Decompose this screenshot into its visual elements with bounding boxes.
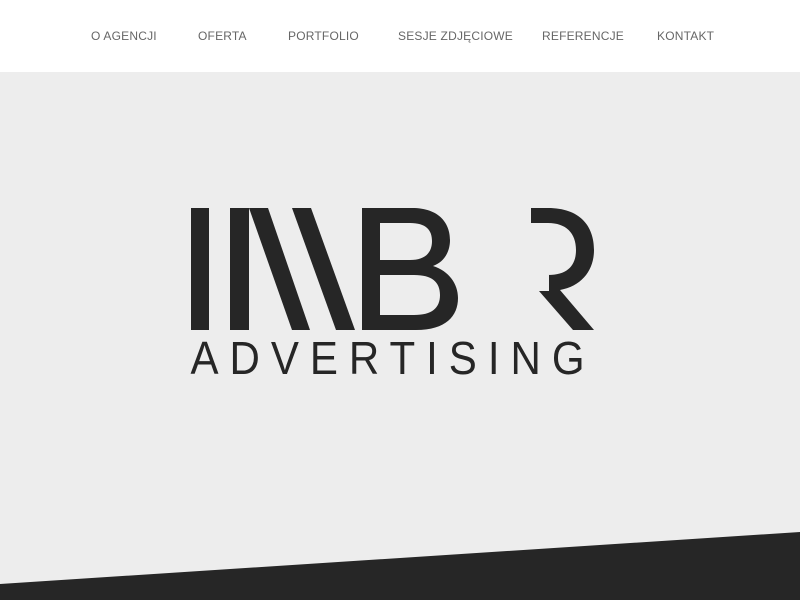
- nav-link-oferta[interactable]: OFERTA: [198, 29, 247, 43]
- nav-link-kontakt[interactable]: KONTAKT: [657, 29, 714, 43]
- page: O AGENCJI OFERTA PORTFOLIO SESJE ZDJĘCIO…: [0, 0, 800, 600]
- top-navigation: O AGENCJI OFERTA PORTFOLIO SESJE ZDJĘCIO…: [0, 0, 800, 72]
- decorative-bottom-band: [0, 532, 800, 600]
- hero-section: ADVERTISING: [0, 72, 800, 600]
- nav-link-referencje[interactable]: REFERENCJE: [542, 29, 624, 43]
- nav-link-sesje-zdjeciowe[interactable]: SESJE ZDJĘCIOWE: [398, 29, 513, 43]
- nav-link-portfolio[interactable]: PORTFOLIO: [288, 29, 359, 43]
- nav-link-o-agencji[interactable]: O AGENCJI: [91, 29, 157, 43]
